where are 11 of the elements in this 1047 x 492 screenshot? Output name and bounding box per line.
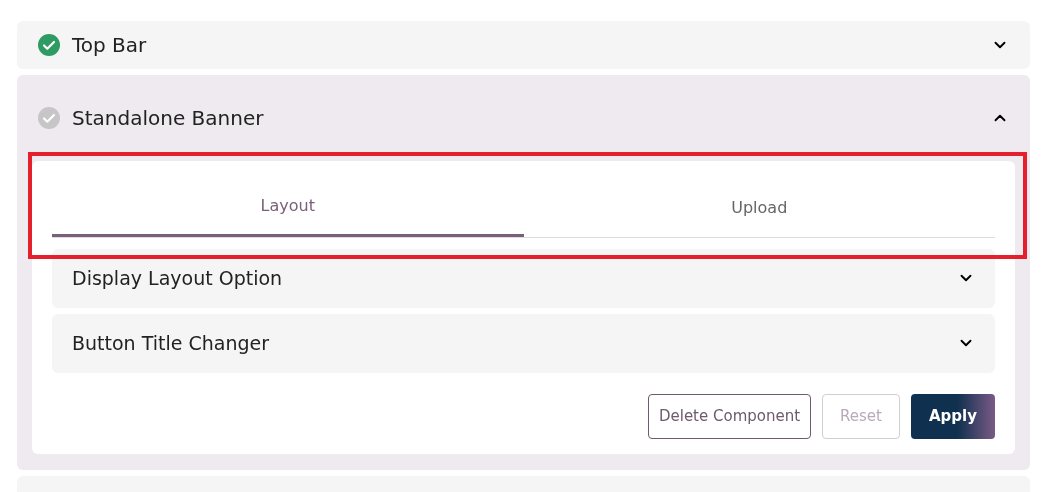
tab[interactable]: Upload bbox=[523, 178, 995, 237]
action-button[interactable]: Delete Component bbox=[647, 393, 812, 439]
apply-button[interactable]: Apply bbox=[911, 393, 995, 439]
tab[interactable]: Layout bbox=[52, 178, 524, 237]
option-row[interactable]: Button Title Changer bbox=[52, 313, 995, 373]
panel-title: Top Bar bbox=[72, 31, 147, 59]
accordion-panel[interactable]: Top Bar bbox=[17, 21, 1030, 69]
option-title: Display Layout Option bbox=[72, 266, 283, 292]
panel-title: Standalone Banner bbox=[72, 104, 264, 132]
option-title: Button Title Changer bbox=[72, 331, 269, 357]
option-row[interactable]: Display Layout Option bbox=[52, 248, 995, 308]
